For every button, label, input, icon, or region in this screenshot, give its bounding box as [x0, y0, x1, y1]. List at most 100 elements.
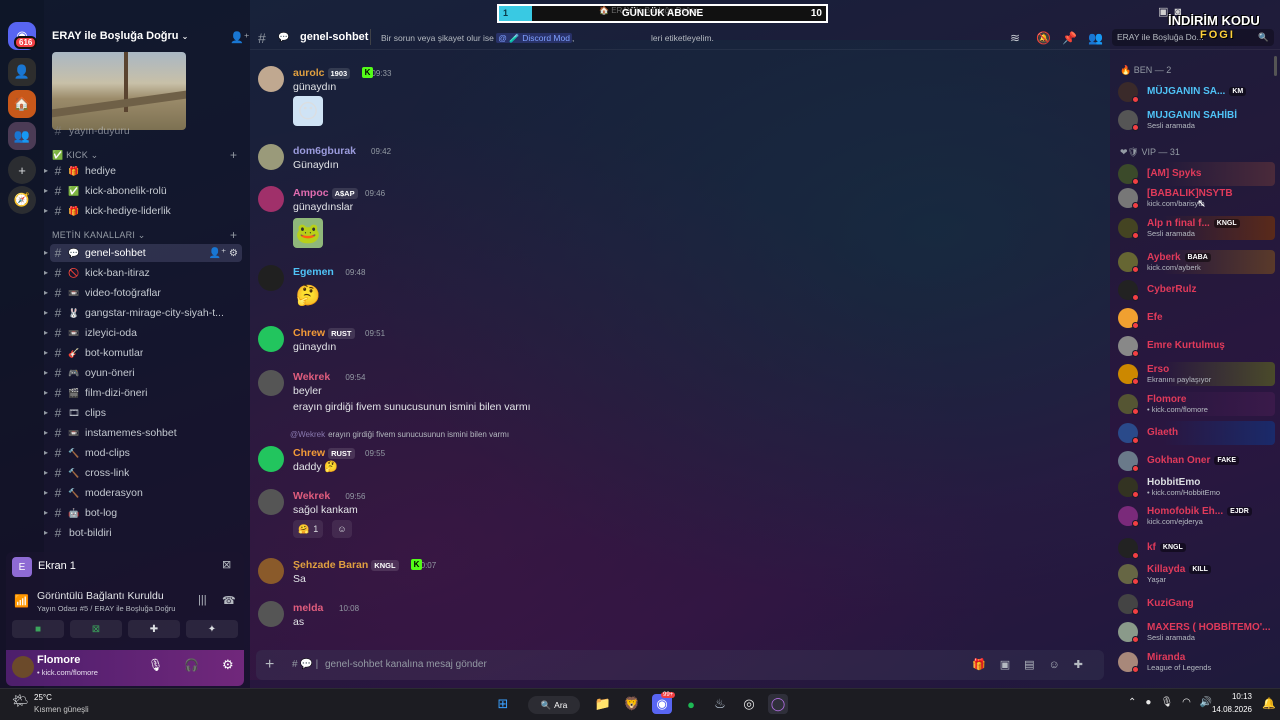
- settings-gear-icon[interactable]: ⚙: [222, 657, 234, 673]
- channel-izleyici-oda[interactable]: # 📼 izleyici-oda: [50, 324, 242, 342]
- message-avatar[interactable]: [258, 186, 284, 212]
- member-item[interactable]: HobbitEmo • kick.com/HobbitEmo: [1115, 475, 1275, 499]
- clock-date[interactable]: 14.08.2026: [1200, 705, 1252, 714]
- channel-kick-abonelik-rol[interactable]: # ✅ kick-abonelik-rolü: [50, 182, 242, 200]
- member-item[interactable]: Homofobik Eh... EJDR kick.com/ejderya: [1115, 504, 1275, 528]
- member-item[interactable]: Emre Kurtulmuş: [1115, 334, 1275, 358]
- server-home-icon[interactable]: 🏠: [8, 90, 36, 118]
- clock-time[interactable]: 10:13: [1222, 692, 1252, 701]
- server-name[interactable]: ERAY ile Boşluğa Doğru ⌄: [52, 30, 188, 42]
- member-item[interactable]: Efe: [1115, 306, 1275, 330]
- message-username[interactable]: Wekrek: [293, 490, 330, 502]
- member-item[interactable]: MAXERS ( HOBBİTEMO'... Sesli aramada: [1115, 620, 1275, 644]
- add-server-icon[interactable]: +: [8, 156, 36, 184]
- apps-icon[interactable]: ✚: [1074, 659, 1097, 671]
- channel-hediye[interactable]: # 🎁 hediye: [50, 162, 242, 180]
- wifi-icon[interactable]: ◠: [1182, 697, 1200, 708]
- server-group-icon[interactable]: 👥: [8, 122, 36, 150]
- mute-bell-icon[interactable]: 🔕: [1036, 31, 1051, 45]
- channel-gangstar-mirage-city-siyah-t[interactable]: # 🐰 gangstar-mirage-city-siyah-t...: [50, 304, 242, 322]
- message-username[interactable]: dom6gburak: [293, 145, 356, 157]
- invite-icon[interactable]: 👤⁺: [230, 31, 250, 44]
- channel-bot-bildiri[interactable]: # bot-bildiri: [50, 524, 242, 542]
- member-item[interactable]: [BABALIK]NSYTB kick.com/barisytb: [1115, 186, 1275, 210]
- member-item[interactable]: Miranda League of Legends: [1115, 650, 1275, 674]
- windows-start-icon[interactable]: ⊞: [493, 694, 513, 714]
- sticker-icon[interactable]: ▤: [1024, 659, 1048, 671]
- app-ring-icon[interactable]: ◯: [768, 694, 788, 714]
- waveform-icon[interactable]: |||: [198, 594, 207, 606]
- threads-icon[interactable]: ≋: [1010, 31, 1020, 45]
- message-username[interactable]: aurolc 1903: [293, 67, 351, 79]
- channel-kick-hediye-liderlik[interactable]: # 🎁 kick-hediye-liderlik: [50, 202, 242, 220]
- channel-yayin-duyuru[interactable]: # yayın-duyuru: [50, 122, 242, 140]
- mic-tray-icon[interactable]: 🎙: [1160, 697, 1182, 708]
- camera-button[interactable]: ■: [12, 620, 64, 638]
- soundboard-button[interactable]: ✦: [186, 620, 238, 638]
- member-item[interactable]: Erso Ekranını paylaşıyor: [1115, 362, 1275, 386]
- message-username[interactable]: Wekrek: [293, 371, 330, 383]
- message-username[interactable]: Egemen: [293, 266, 334, 278]
- add-reaction-button[interactable]: ☺: [332, 520, 352, 538]
- category-text-channels[interactable]: METİN KANALLARI ⌄: [52, 230, 145, 241]
- channel-moderasyon[interactable]: # 🔨 moderasyon: [50, 484, 242, 502]
- message-avatar[interactable]: [258, 66, 284, 92]
- message-avatar[interactable]: [258, 370, 284, 396]
- gif-icon[interactable]: ▣: [1000, 659, 1024, 671]
- screen-share-button[interactable]: ⊠: [70, 620, 122, 638]
- obs-icon[interactable]: ◎: [739, 694, 759, 714]
- reaction-button[interactable]: 🤗 1: [293, 520, 324, 538]
- channel-instamemes-sohbet[interactable]: # 📼 instamemes-sohbet: [50, 424, 242, 442]
- steam-icon[interactable]: ♨: [710, 694, 730, 714]
- add-attachment-icon[interactable]: +: [265, 656, 274, 674]
- file-explorer-icon[interactable]: 📁: [593, 694, 613, 714]
- member-item[interactable]: Ayberk BABA kick.com/ayberk: [1115, 250, 1275, 274]
- member-item[interactable]: KuziGang: [1115, 592, 1275, 616]
- emoji-sticker[interactable]: 😶: [293, 96, 323, 126]
- emoji-sticker[interactable]: 🤔: [293, 280, 323, 310]
- message-username[interactable]: Şehzade Baran KNGL: [293, 559, 399, 571]
- user-avatar[interactable]: [12, 656, 34, 678]
- emoji-icon[interactable]: ☺: [1049, 659, 1074, 671]
- member-item[interactable]: Alp n final f... KNGL Sesli aramada: [1115, 216, 1275, 240]
- tray-app-icon[interactable]: ●: [1145, 697, 1160, 708]
- member-item[interactable]: Gokhan Oner FAKE: [1115, 449, 1275, 473]
- member-item[interactable]: Glaeth: [1115, 421, 1275, 445]
- message-username[interactable]: Chrew RUST: [293, 327, 355, 339]
- message-avatar[interactable]: [258, 446, 284, 472]
- message-avatar[interactable]: [258, 489, 284, 515]
- taskbar-search[interactable]: 🔍 Ara: [528, 696, 580, 714]
- member-list-icon[interactable]: 👥: [1088, 31, 1103, 45]
- message-avatar[interactable]: [258, 265, 284, 291]
- channel-genel-sohbet[interactable]: # 💬 genel-sohbet 👤⁺ ⚙: [50, 244, 242, 262]
- input-action-icons[interactable]: 🎁▣▤☺✚: [972, 658, 1097, 671]
- message-avatar[interactable]: [258, 558, 284, 584]
- stream-preview[interactable]: [52, 52, 186, 130]
- channel-settings-icon[interactable]: 👤⁺ ⚙: [209, 248, 238, 259]
- spotify-icon[interactable]: ●: [681, 694, 701, 714]
- add-channel-icon[interactable]: +: [230, 228, 237, 242]
- discover-icon[interactable]: 🧭: [8, 186, 36, 214]
- member-item[interactable]: CyberRulz: [1115, 278, 1275, 302]
- headphones-icon[interactable]: 🎧: [184, 658, 199, 672]
- member-item[interactable]: Killayda KILL Yaşar: [1115, 562, 1275, 586]
- channel-clips[interactable]: # 🎞 clips: [50, 404, 242, 422]
- channel-video-fotoraflar[interactable]: # 📼 video-fotoğraflar: [50, 284, 242, 302]
- message-username[interactable]: Chrew RUST: [293, 447, 355, 459]
- member-item[interactable]: kf KNGL: [1115, 536, 1275, 560]
- notification-icon[interactable]: 🔔: [1262, 697, 1276, 710]
- message-avatar[interactable]: [258, 144, 284, 170]
- channel-oyun-neri[interactable]: # 🎮 oyun-öneri: [50, 364, 242, 382]
- member-item[interactable]: MUJGANIN SAHİBİ Sesli aramada: [1115, 108, 1275, 132]
- channel-bot-komutlar[interactable]: # 🎸 bot-komutlar: [50, 344, 242, 362]
- channel-film-dizi-neri[interactable]: # 🎬 film-dizi-öneri: [50, 384, 242, 402]
- member-item[interactable]: [AM] Spyks: [1115, 162, 1275, 186]
- category-kick[interactable]: ✅ Kick ⌄: [52, 150, 98, 161]
- search-input[interactable]: ERAY ile Boşluğa Do... 🔍: [1112, 29, 1274, 46]
- reply-preview[interactable]: @Wekrek erayın girdiği fivem sunucusunun …: [290, 430, 509, 439]
- role-mention[interactable]: @ 🧪 Discord Mod: [496, 33, 572, 43]
- message-avatar[interactable]: [258, 326, 284, 352]
- weather-icon[interactable]: 🌤: [12, 693, 29, 709]
- member-item[interactable]: MÜJGANIN SA... KM: [1115, 80, 1275, 104]
- activities-button[interactable]: ✚: [128, 620, 180, 638]
